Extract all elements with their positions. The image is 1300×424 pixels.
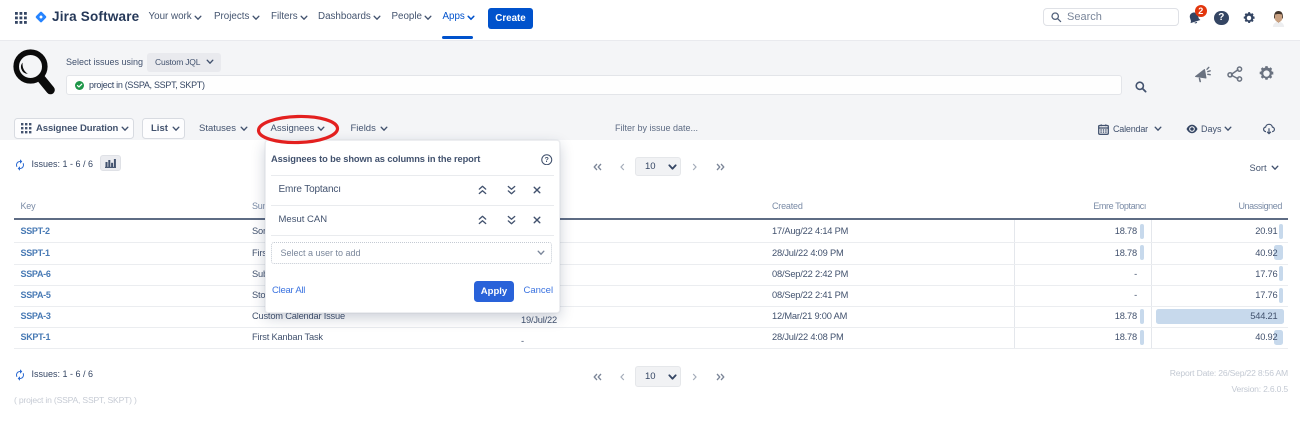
svg-text:?: ?: [545, 156, 549, 164]
